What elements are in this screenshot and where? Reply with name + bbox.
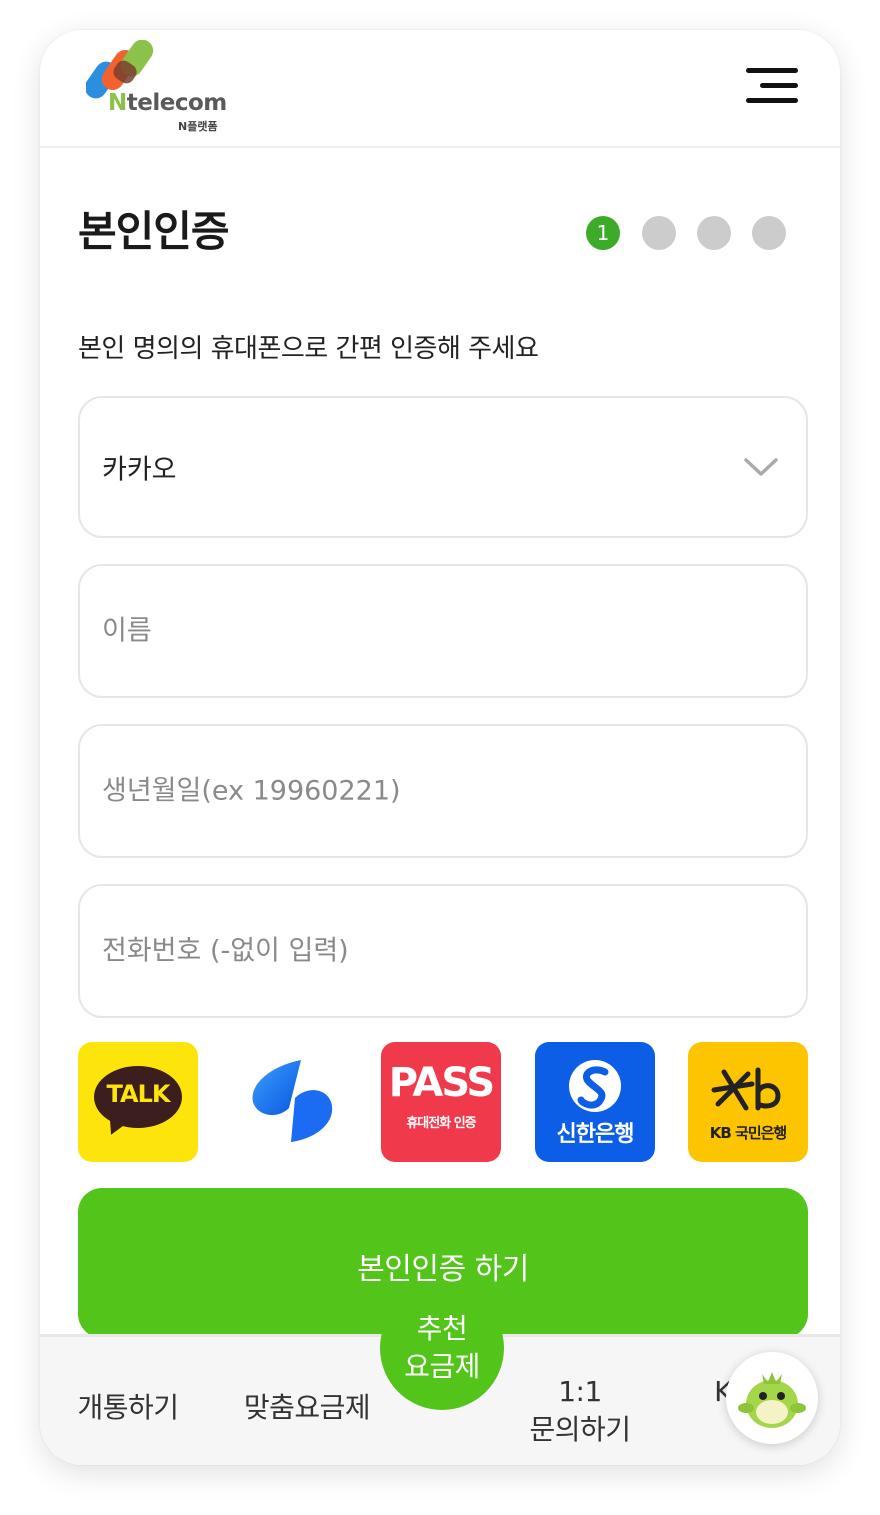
- pass-label: PASS: [388, 1060, 495, 1106]
- name-field[interactable]: [78, 564, 808, 698]
- chevron-down-icon: [744, 458, 778, 476]
- nav-item-inquiry-line2: 문의하기: [529, 1413, 631, 1446]
- birthdate-field[interactable]: [78, 724, 808, 858]
- phone-field[interactable]: [78, 884, 808, 1018]
- recommended-plan-button[interactable]: 추천 요금제: [380, 1286, 504, 1410]
- auth-app-list: TALK PASS 휴대전화 인증 신한은행 KB 국민은행: [78, 1042, 808, 1162]
- phone-input[interactable]: [102, 935, 742, 967]
- logo-wordmark: Ntelecom: [108, 90, 227, 116]
- pass-auth-button[interactable]: PASS 휴대전화 인증: [381, 1042, 501, 1162]
- nav-item-custom-plan[interactable]: 맞춤요금제: [232, 1389, 382, 1427]
- step-2-dot: [642, 216, 676, 250]
- kb-label: KB 국민은행: [709, 1124, 787, 1142]
- kakao-talk-label: TALK: [106, 1080, 171, 1108]
- page-subtitle: 본인 명의의 휴대폰으로 간편 인증해 주세요: [78, 334, 539, 364]
- step-indicator: 1: [586, 216, 796, 252]
- nav-item-inquiry-line1: 1:1: [558, 1375, 602, 1408]
- fab-label-line2: 요금제: [404, 1350, 480, 1383]
- header: Ntelecom N플랫폼: [40, 30, 840, 148]
- page-title: 본인인증: [78, 207, 230, 256]
- birthdate-input[interactable]: [102, 775, 742, 807]
- hamburger-menu-icon[interactable]: [746, 66, 800, 106]
- shinhan-label: 신한은행: [556, 1122, 635, 1147]
- provider-select-value: 카카오: [102, 454, 177, 486]
- chatbot-mascot-icon: [738, 1372, 806, 1428]
- chatbot-button[interactable]: [726, 1352, 818, 1444]
- pass-sublabel: 휴대전화 인증: [406, 1116, 476, 1131]
- fab-label-line1: 추천: [416, 1312, 468, 1345]
- kb-star-icon: [711, 1067, 781, 1111]
- kakao-auth-button[interactable]: TALK: [78, 1042, 198, 1162]
- provider-select[interactable]: 카카오: [78, 396, 808, 538]
- app-screen: Ntelecom N플랫폼 본인인증 1 본인 명의의 휴대폰으로 간편 인증해…: [40, 30, 840, 1465]
- nav-item-inquiry[interactable]: 1:1 문의하기: [520, 1373, 640, 1449]
- name-input[interactable]: [102, 615, 742, 647]
- toss-auth-button[interactable]: [231, 1042, 351, 1162]
- shinhan-logo-icon: [569, 1060, 621, 1112]
- toss-icon: [252, 1060, 333, 1142]
- shinhan-auth-button[interactable]: 신한은행: [535, 1042, 655, 1162]
- nav-item-activation[interactable]: 개통하기: [68, 1389, 188, 1427]
- step-1-dot: 1: [586, 216, 620, 250]
- ntelecom-logo[interactable]: Ntelecom N플랫폼: [86, 40, 236, 133]
- verify-button-label: 본인인증 하기: [357, 1252, 529, 1287]
- step-3-dot: [697, 216, 731, 250]
- step-4-dot: [752, 216, 786, 250]
- logo-subtext: N플랫폼: [178, 120, 218, 133]
- kb-auth-button[interactable]: KB 국민은행: [688, 1042, 808, 1162]
